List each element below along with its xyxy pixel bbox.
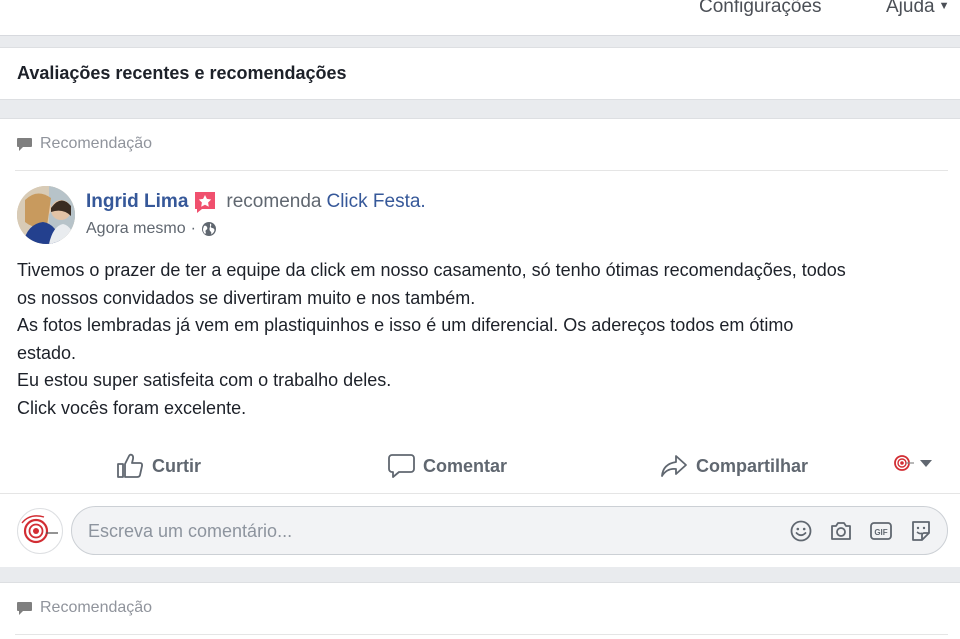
share-label: Compartilhar bbox=[696, 455, 809, 476]
recommend-star-icon bbox=[195, 192, 216, 213]
meta-separator: · bbox=[190, 220, 196, 237]
comment-composer: GIF bbox=[0, 493, 960, 567]
divider bbox=[15, 170, 948, 171]
post-actions: Curtir Comentar Compartilhar bbox=[0, 444, 960, 488]
page-logo-icon bbox=[894, 455, 914, 471]
gif-icon[interactable]: GIF bbox=[869, 519, 893, 543]
post-body: Tivemos o prazer de ter a equipe da clic… bbox=[17, 257, 937, 422]
post-body-line: Eu estou super satisfeita com o trabalho… bbox=[17, 370, 392, 390]
section-header: Avaliações recentes e recomendações bbox=[0, 47, 960, 100]
camera-icon[interactable] bbox=[829, 519, 853, 543]
page-link[interactable]: Click Festa. bbox=[326, 191, 425, 213]
recommend-verb: recomenda bbox=[226, 191, 322, 212]
globe-icon[interactable] bbox=[201, 221, 217, 237]
share-icon bbox=[661, 455, 687, 477]
post-body-line: Tivemos o prazer de ter a equipe da clic… bbox=[17, 260, 846, 280]
post-body-line: estado. bbox=[17, 342, 77, 363]
recommendation-post: Recomendação Ingrid Lima recomenda Click… bbox=[0, 118, 960, 567]
svg-text:GIF: GIF bbox=[874, 528, 887, 537]
comment-input-box[interactable]: GIF bbox=[71, 506, 948, 555]
post-body-line: os nossos convidados se divertiram muito… bbox=[17, 287, 476, 308]
recommendation-label: Recomendação bbox=[17, 599, 152, 617]
post-meta: Agora mesmo · bbox=[86, 220, 217, 238]
author-name[interactable]: Ingrid Lima bbox=[86, 191, 188, 213]
comment-button[interactable]: Comentar bbox=[388, 444, 507, 488]
recommendation-label-text: Recomendação bbox=[40, 599, 153, 616]
like-label: Curtir bbox=[152, 455, 201, 476]
comment-icon bbox=[388, 454, 415, 478]
settings-link[interactable]: Configurações bbox=[699, 0, 822, 18]
avatar[interactable] bbox=[17, 186, 75, 244]
divider bbox=[15, 634, 948, 635]
top-navigation-bar: Configurações Ajuda ▼ bbox=[0, 0, 960, 36]
help-menu[interactable]: Ajuda ▼ bbox=[886, 0, 950, 18]
caret-down-icon bbox=[920, 459, 932, 467]
share-button[interactable]: Compartilhar bbox=[660, 444, 808, 488]
thumbs-up-icon bbox=[117, 453, 143, 478]
recommendation-post: Recomendação bbox=[0, 582, 960, 639]
recommendation-label-text: Recomendação bbox=[40, 135, 153, 152]
caret-down-icon: ▼ bbox=[938, 0, 950, 12]
speech-bubble-icon bbox=[17, 601, 32, 615]
comment-input[interactable] bbox=[88, 517, 768, 545]
page-avatar bbox=[17, 508, 63, 554]
post-as-selector[interactable] bbox=[894, 454, 932, 472]
avatar-image bbox=[17, 186, 75, 244]
sticker-icon[interactable] bbox=[909, 519, 933, 543]
help-label: Ajuda bbox=[886, 0, 935, 17]
emoji-icon[interactable] bbox=[789, 519, 813, 543]
timestamp[interactable]: Agora mesmo bbox=[86, 220, 186, 238]
comment-label: Comentar bbox=[423, 455, 508, 476]
like-button[interactable]: Curtir bbox=[116, 444, 201, 488]
section-title: Avaliações recentes e recomendações bbox=[17, 63, 347, 83]
page-logo-icon bbox=[21, 515, 58, 544]
post-body-line: Click vocês foram excelente. bbox=[17, 397, 247, 418]
recommendation-label: Recomendação bbox=[17, 135, 152, 153]
post-body-line: As fotos lembradas já vem em plastiquinh… bbox=[17, 315, 794, 335]
speech-bubble-icon bbox=[17, 137, 32, 151]
author-line: Ingrid Lima recomenda Click Festa. bbox=[86, 190, 426, 214]
